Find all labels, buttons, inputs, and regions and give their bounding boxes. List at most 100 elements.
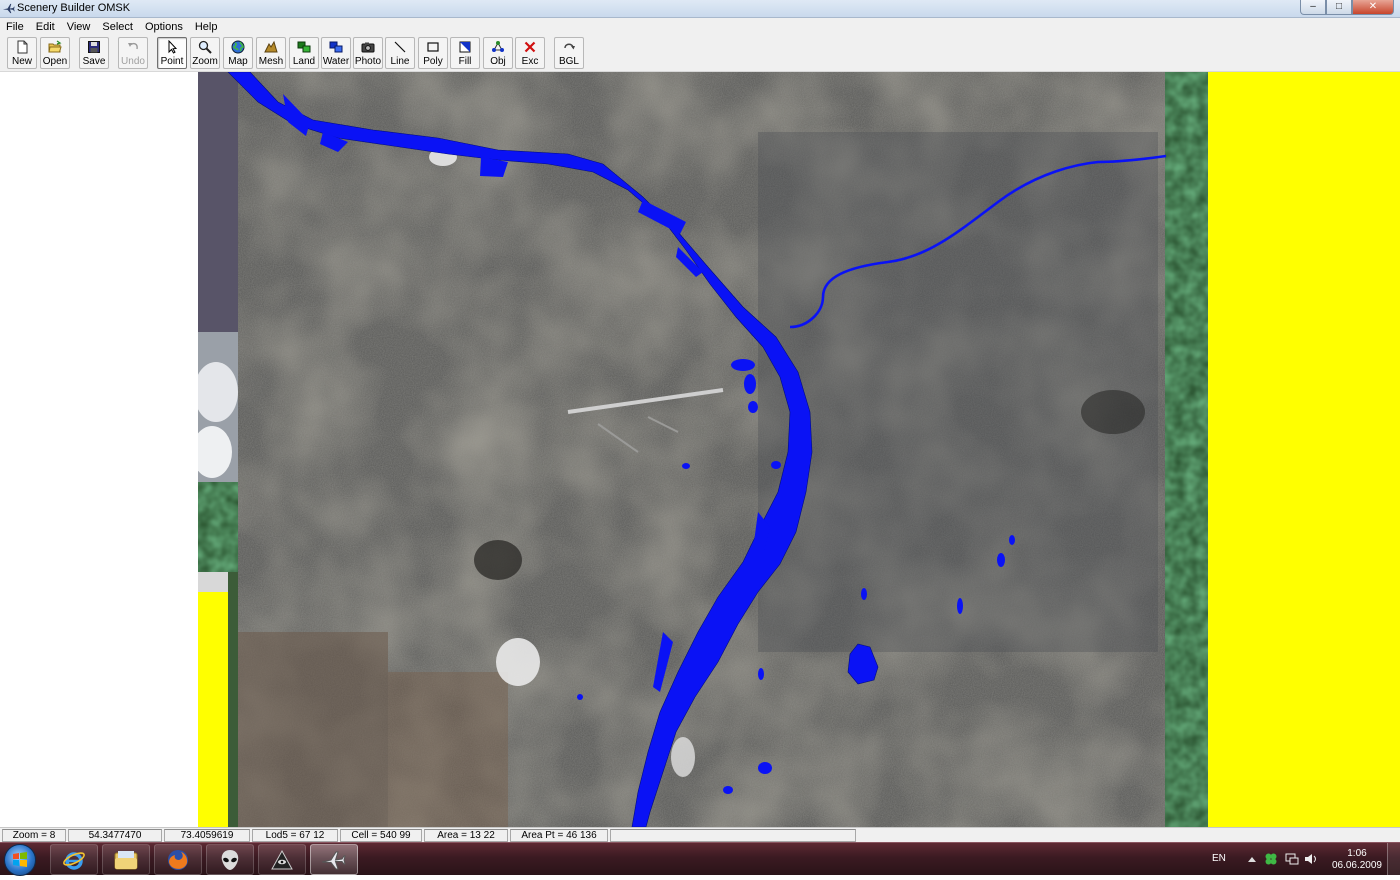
- new-button[interactable]: New: [7, 37, 37, 69]
- save-button[interactable]: Save: [79, 37, 109, 69]
- point-label: Point: [160, 56, 184, 67]
- poly-label: Poly: [423, 56, 443, 67]
- obj-button[interactable]: Obj: [483, 37, 513, 69]
- status-area: Area = 13 22: [424, 829, 508, 842]
- menu-options[interactable]: Options: [139, 21, 189, 33]
- status-cell: Cell = 540 99: [340, 829, 422, 842]
- minimize-button[interactable]: –: [1300, 0, 1326, 15]
- line-button[interactable]: Line: [385, 37, 415, 69]
- menu-select[interactable]: Select: [96, 21, 139, 33]
- save-icon: [88, 41, 100, 53]
- fill-label: Fill: [458, 56, 472, 67]
- water-button[interactable]: Water: [321, 37, 351, 69]
- volume-icon[interactable]: [1304, 852, 1318, 866]
- airplane-app-icon: [2, 3, 15, 14]
- menu-view[interactable]: View: [61, 21, 97, 33]
- map-tile-strip: [198, 572, 228, 592]
- new-label: New: [11, 56, 32, 67]
- menu-edit[interactable]: Edit: [30, 21, 61, 33]
- taskbar-internet-explorer[interactable]: [50, 844, 98, 875]
- water-body: [758, 762, 772, 774]
- fill-button[interactable]: Fill: [450, 37, 480, 69]
- menu-bar: File Edit View Select Options Help: [0, 18, 1400, 35]
- clover-tray-icon[interactable]: [1264, 852, 1278, 866]
- eye-pyramid-app-icon: [271, 849, 293, 869]
- file-explorer-icon: [114, 850, 138, 869]
- map-tile-strip: [198, 72, 238, 332]
- taskbar-firefox[interactable]: [154, 844, 202, 875]
- water-body: [682, 463, 690, 469]
- close-button[interactable]: ✕: [1352, 0, 1394, 15]
- open-label: Open: [42, 56, 68, 67]
- firefox-icon: [168, 849, 188, 870]
- map-tile-texture: [198, 482, 238, 572]
- water-label: Water: [322, 56, 350, 67]
- bgl-compile-icon: [564, 43, 575, 50]
- taskbar-alien-app[interactable]: [206, 844, 254, 875]
- mesh-button[interactable]: Mesh: [256, 37, 286, 69]
- save-label: Save: [82, 56, 106, 67]
- point-button[interactable]: Point: [157, 37, 187, 69]
- taskbar-eye-pyramid-app[interactable]: [258, 844, 306, 875]
- land-button[interactable]: Land: [289, 37, 319, 69]
- clock-date: 06.06.2009: [1331, 860, 1382, 871]
- water-body: [758, 668, 764, 680]
- taskbar-scenery-builder[interactable]: [310, 844, 358, 875]
- dark-area: [474, 540, 522, 580]
- tray-expand-icon[interactable]: [1248, 856, 1256, 862]
- dark-area: [1081, 390, 1145, 434]
- map-canvas[interactable]: [198, 72, 1208, 827]
- status-bar: Zoom = 8 54.3477470 73.4059619 Lod5 = 67…: [0, 827, 1400, 842]
- obj-label: Obj: [490, 56, 506, 67]
- land-icon: [297, 41, 311, 53]
- taskbar-file-explorer[interactable]: [102, 844, 150, 875]
- water-icon: [329, 41, 343, 53]
- cloud-patch: [496, 638, 540, 686]
- open-button[interactable]: Open: [40, 37, 70, 69]
- network-icon[interactable]: [1285, 852, 1299, 866]
- farmland: [388, 672, 508, 827]
- pointer-icon: [168, 40, 178, 54]
- status-empty: [610, 829, 856, 842]
- clock-time: 1:06: [1347, 848, 1367, 859]
- poly-button[interactable]: Poly: [418, 37, 448, 69]
- open-folder-icon: [48, 40, 62, 53]
- exc-button[interactable]: Exc: [515, 37, 545, 69]
- bgl-button[interactable]: BGL: [554, 37, 584, 69]
- zoom-label: Zoom: [192, 56, 218, 67]
- line-icon: [394, 41, 406, 53]
- yellow-fill-left: [198, 592, 228, 827]
- magnifier-icon: [198, 40, 212, 54]
- water-body: [771, 461, 781, 469]
- clock[interactable]: 1:06 06.06.2009: [1332, 848, 1382, 872]
- map-tile-texture: [1165, 72, 1208, 827]
- photo-button[interactable]: Photo: [353, 37, 383, 69]
- satellite-map[interactable]: [198, 72, 1208, 827]
- water-body: [748, 401, 758, 413]
- show-desktop-button[interactable]: [1387, 843, 1400, 876]
- map-button[interactable]: Map: [223, 37, 253, 69]
- fill-icon: [459, 41, 471, 53]
- polygon-icon: [427, 42, 439, 52]
- water-body: [723, 786, 733, 794]
- window-controls: – □ ✕: [1300, 0, 1394, 15]
- maximize-button[interactable]: □: [1326, 0, 1352, 15]
- yellow-fill-right: [1208, 72, 1400, 827]
- undo-label: Undo: [121, 56, 145, 67]
- language-indicator[interactable]: EN: [1212, 853, 1226, 864]
- undo-button[interactable]: Undo: [118, 37, 148, 69]
- status-zoom: Zoom = 8: [2, 829, 66, 842]
- status-lod5: Lod5 = 67 12: [252, 829, 338, 842]
- undo-icon: [128, 42, 138, 50]
- zoom-button[interactable]: Zoom: [190, 37, 220, 69]
- title-bar: Scenery Builder OMSK – □ ✕: [0, 0, 1400, 18]
- airplane-app-icon: [321, 851, 346, 869]
- menu-help[interactable]: Help: [189, 21, 224, 33]
- line-label: Line: [390, 56, 410, 67]
- water-body: [997, 553, 1005, 567]
- globe-icon: [231, 40, 245, 54]
- menu-file[interactable]: File: [0, 21, 30, 33]
- start-button[interactable]: [4, 844, 36, 876]
- taskbar: EN 1:06 06.06.2009: [0, 842, 1400, 876]
- exc-label: Exc: [521, 56, 539, 67]
